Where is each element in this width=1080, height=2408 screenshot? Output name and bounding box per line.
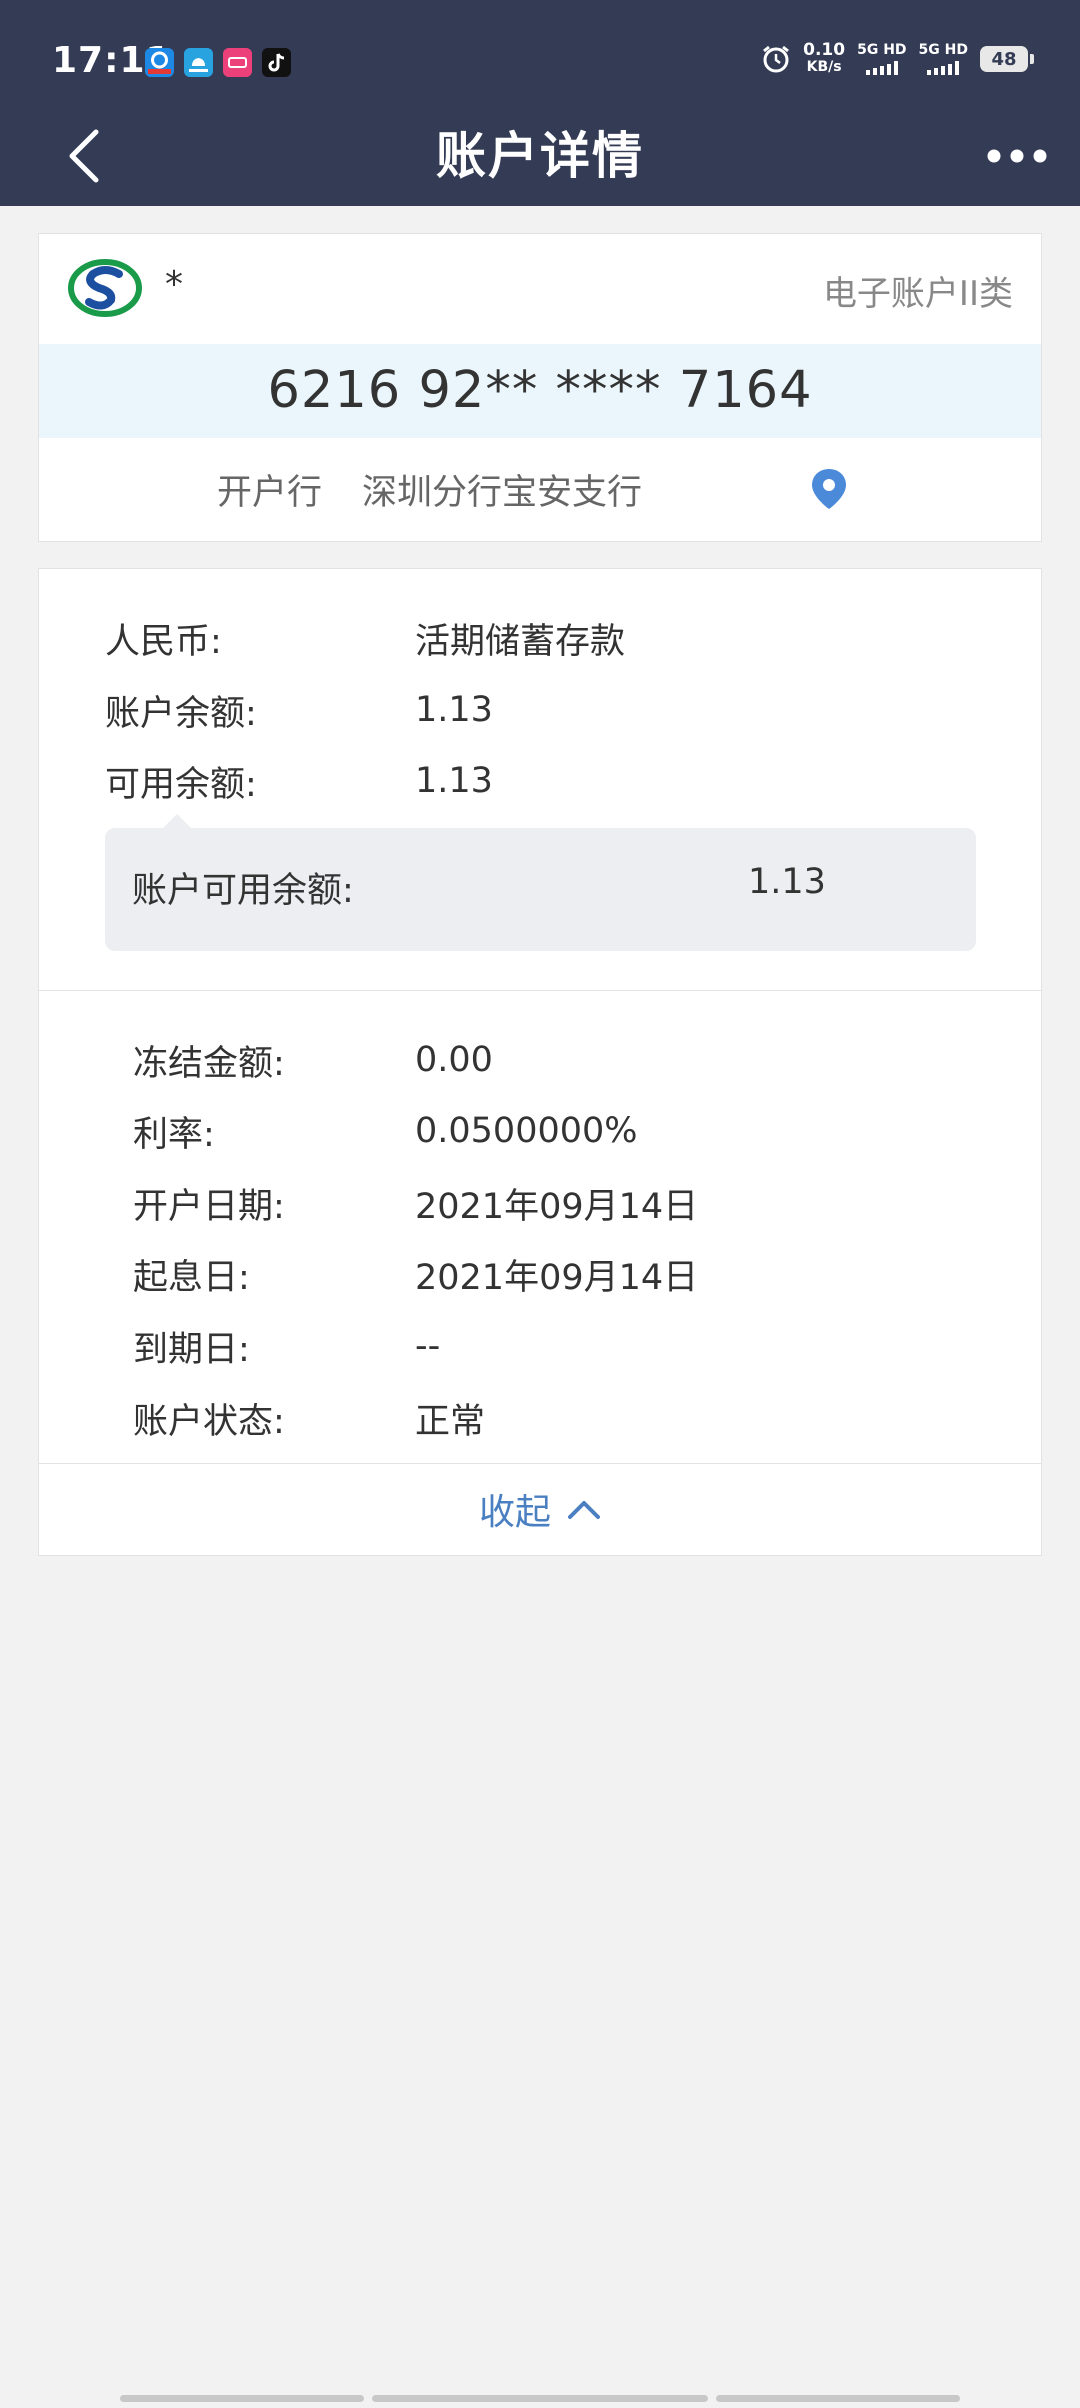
- open-date-label: 开户日期:: [133, 1186, 285, 1227]
- available-label: 可用余额:: [105, 764, 257, 805]
- network-speed: 0.10 KB/s: [803, 42, 845, 76]
- balance-row: 账户余额: 1.13: [105, 685, 493, 735]
- cloud-app-icon: [184, 48, 213, 77]
- net-speed-value: 0.10: [803, 40, 846, 60]
- sim2-label: 5G HD: [918, 42, 968, 58]
- page-title: 账户详情: [436, 127, 644, 185]
- signal-bars-icon: [865, 61, 898, 75]
- sim2-signal: 5G HD: [919, 43, 968, 75]
- location-pin-icon[interactable]: [809, 467, 849, 511]
- frozen-row: 冻结金额: 0.00: [133, 1035, 493, 1085]
- more-button[interactable]: [982, 118, 1052, 194]
- signal-bars-icon: [927, 61, 960, 75]
- rate-value: 0.0500000%: [415, 1111, 638, 1151]
- status-label: 账户状态:: [133, 1401, 285, 1442]
- chevron-up-icon: [568, 1501, 600, 1519]
- frozen-value: 0.00: [415, 1040, 493, 1080]
- collapse-label: 收起: [478, 1492, 551, 1533]
- branch-row: 开户行 深圳分行宝安支行: [217, 464, 642, 515]
- status-bar: 17:11 0.10 KB/s 5G HD 5G HD 48: [0, 0, 1080, 120]
- collapse-button[interactable]: 收起: [39, 1463, 1041, 1555]
- open-date-row: 开户日期: 2021年09月14日: [133, 1178, 698, 1228]
- currency-value: 活期储蓄存款: [415, 621, 626, 662]
- maturity-label: 到期日:: [133, 1329, 250, 1370]
- sim1-signal: 5G HD: [857, 42, 907, 75]
- available-balance-box: 账户可用余额: 1.13: [105, 814, 976, 951]
- account-card: * 电子账户II类 6216 92** **** 7164 开户行 深圳分行宝安…: [38, 233, 1042, 542]
- branch-label: 开户行: [217, 473, 323, 513]
- gesture-bar-center: [372, 2395, 708, 2402]
- net-speed-unit: KB/s: [806, 59, 842, 75]
- header: 17:11 0.10 KB/s 5G HD 5G HD 48 账户详情: [0, 0, 1080, 206]
- interest-start-row: 起息日: 2021年09月14日: [133, 1249, 698, 1299]
- battery-icon: 48: [980, 46, 1034, 72]
- available-box-label: 账户可用余额:: [132, 871, 354, 911]
- account-type: 电子账户II类: [822, 274, 1013, 314]
- available-value: 1.13: [415, 761, 493, 801]
- status-right: 0.10 KB/s 5G HD 5G HD 48: [761, 42, 1034, 76]
- maturity-row: 到期日: --: [133, 1321, 440, 1371]
- tiktok-app-icon: [262, 48, 291, 77]
- maturity-value: --: [415, 1326, 441, 1366]
- currency-label: 人民币:: [105, 621, 222, 662]
- interest-start-value: 2021年09月14日: [415, 1257, 699, 1298]
- open-date-value: 2021年09月14日: [415, 1186, 699, 1227]
- e-cart-app-icon: [145, 48, 174, 77]
- account-details-card: 人民币: 活期储蓄存款 账户余额: 1.13 可用余额: 1.13 账户可用余额…: [38, 568, 1042, 1556]
- section-divider: [39, 990, 1041, 991]
- available-row: 可用余额: 1.13: [105, 756, 493, 806]
- bank-logo-icon: [68, 259, 142, 317]
- bank-name: *: [165, 264, 183, 305]
- sim1-label: 5G HD: [857, 42, 907, 58]
- rate-label: 利率:: [133, 1114, 215, 1155]
- notification-app-icons: [145, 48, 291, 77]
- balance-value: 1.13: [415, 690, 493, 730]
- lala-app-icon: [223, 48, 252, 77]
- alarm-icon: [763, 45, 790, 73]
- gesture-bar-right: [716, 2395, 960, 2402]
- interest-start-label: 起息日:: [133, 1257, 250, 1298]
- branch-value: 深圳分行宝安支行: [362, 473, 643, 513]
- currency-row: 人民币: 活期储蓄存款: [105, 613, 625, 663]
- card-number: 6216 92** **** 7164: [39, 344, 1041, 438]
- status-row: 账户状态: 正常: [133, 1393, 485, 1443]
- gesture-bar-left: [120, 2395, 364, 2402]
- balance-label: 账户余额:: [105, 693, 257, 734]
- frozen-label: 冻结金额:: [133, 1043, 285, 1084]
- available-box-value: 1.13: [748, 862, 826, 902]
- rate-row: 利率: 0.0500000%: [133, 1106, 638, 1156]
- more-dots-icon: [987, 149, 1047, 163]
- nav-bar: 账户详情: [0, 110, 1080, 206]
- status-value: 正常: [415, 1401, 486, 1442]
